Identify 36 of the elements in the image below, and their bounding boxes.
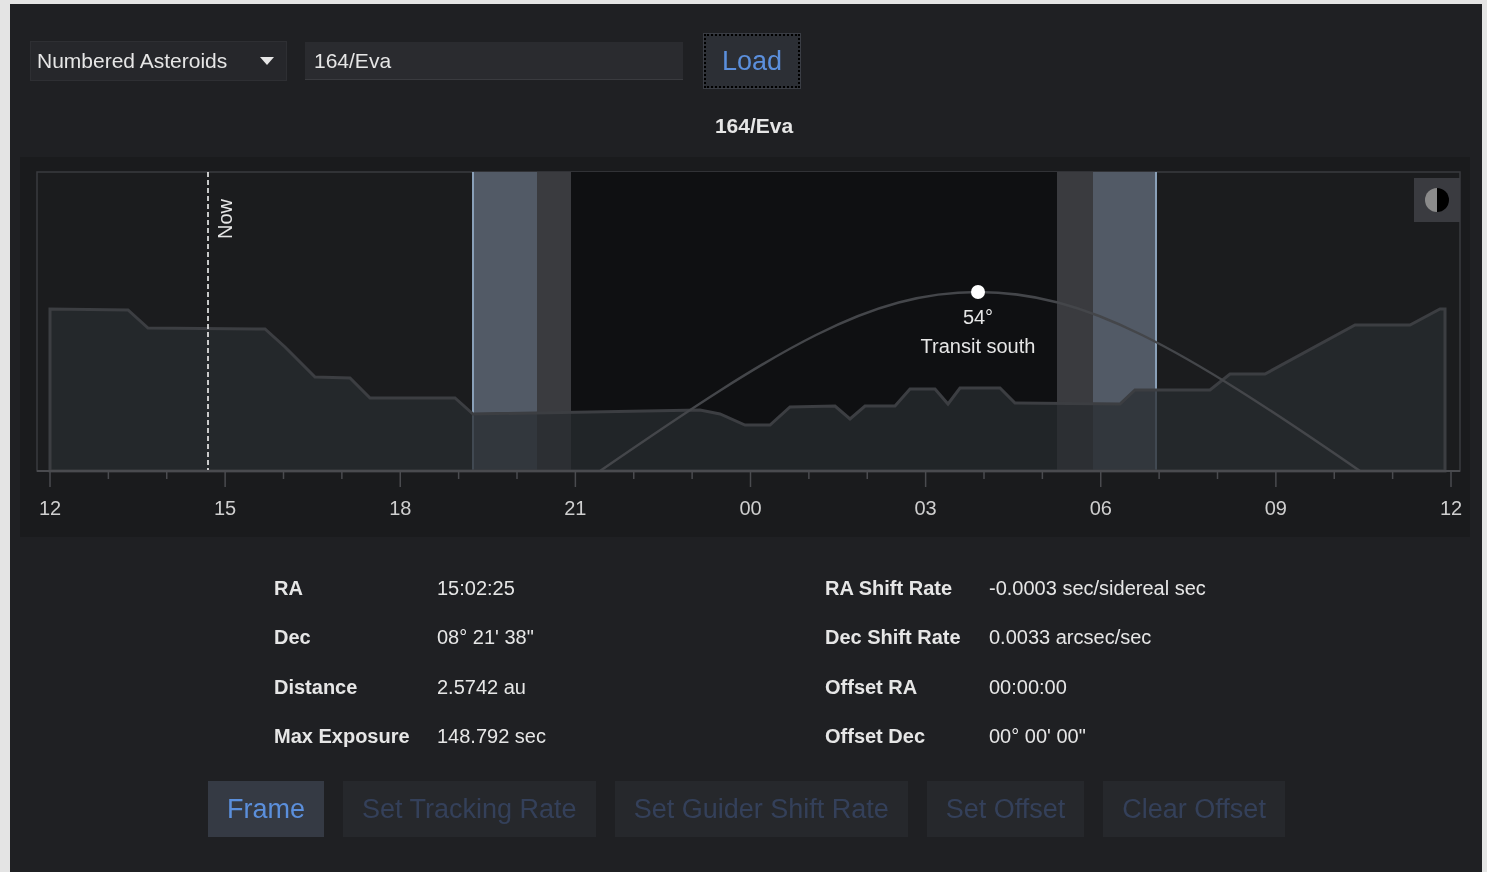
detail-value: -0.0003 sec/sidereal sec: [989, 577, 1207, 601]
now-label: Now: [214, 199, 236, 239]
detail-label: Dec: [274, 626, 312, 650]
axis-label: 03: [914, 497, 937, 519]
moon-toggle-button[interactable]: [1414, 178, 1460, 222]
detail-value: 2.5742 au: [437, 675, 527, 699]
detail-value: 15:02:25: [437, 577, 516, 601]
axis-label: 06: [1089, 497, 1112, 519]
detail-label: Offset RA: [825, 675, 919, 699]
axis-label: 18: [389, 497, 412, 519]
axis-label: 00: [739, 497, 762, 519]
caret-icon: [260, 57, 274, 65]
transit-label: Transit south: [920, 335, 1036, 357]
axis-label: 12: [1439, 497, 1463, 519]
transit-altitude: 54°: [962, 306, 994, 328]
detail-value: 00:00:00: [989, 675, 1068, 699]
target-name-field[interactable]: 164/Eva: [305, 42, 683, 80]
detail-label: Dec Shift Rate: [825, 626, 962, 650]
transit-dot: [971, 285, 985, 299]
detail-value: 08° 21' 38": [437, 626, 535, 650]
detail-value: 148.792 sec: [437, 725, 547, 749]
detail-label: Offset Dec: [825, 725, 927, 749]
detail-label: RA: [274, 577, 304, 601]
load-button[interactable]: Load: [704, 34, 800, 88]
axis-label: 12: [38, 497, 62, 519]
detail-label: RA Shift Rate: [825, 577, 954, 601]
detail-label: Max Exposure: [274, 725, 411, 749]
chart-title: 164/Eva: [713, 113, 795, 139]
target-type-dropdown[interactable]: Numbered Asteroids: [30, 41, 287, 81]
action-button[interactable]: Frame: [208, 781, 324, 838]
axis-label: 21: [564, 497, 587, 519]
detail-value: 00° 00' 00": [989, 725, 1087, 749]
detail-value: 0.0033 arcsec/sec: [989, 626, 1153, 650]
axis-label: 09: [1264, 497, 1287, 519]
axis-label: 15: [214, 497, 237, 519]
detail-label: Distance: [274, 675, 359, 699]
